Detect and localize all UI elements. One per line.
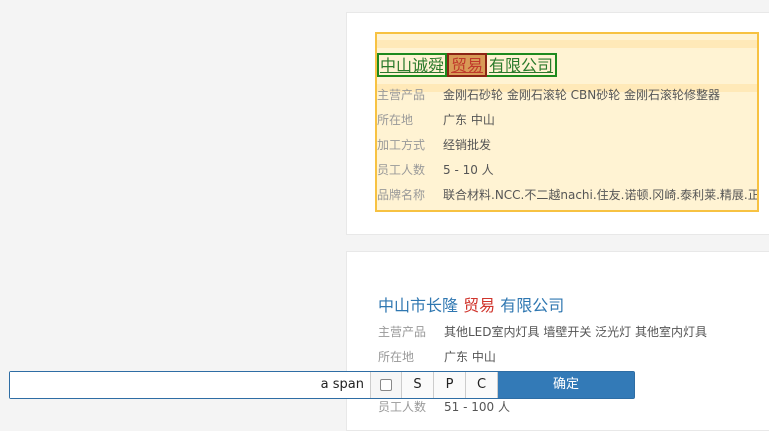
company-card-1: 中山诚舜 贸易 有限公司 主营产品 金刚石砂轮 金刚石滚轮 CBN砂轮 金刚石滚轮修整… (346, 12, 769, 235)
title-part-1[interactable]: 中山市长隆 (378, 296, 463, 315)
info-label: 主营产品 (378, 325, 427, 339)
info-value: 金刚石砂轮 金刚石滚轮 CBN砂轮 金刚石滚轮修整器 (443, 88, 721, 102)
title-part-1[interactable]: 中山诚舜 (377, 53, 448, 77)
info-label: 所在地 (378, 350, 415, 364)
s-button[interactable]: S (402, 372, 434, 398)
info-value: 广东 中山 (443, 113, 495, 127)
c-button[interactable]: C (466, 372, 498, 398)
toggle-checkbox[interactable] (371, 372, 402, 398)
title-part-3[interactable]: 有限公司 (495, 296, 564, 315)
checkbox-icon (380, 379, 392, 391)
info-value: 广东 中山 (444, 350, 496, 364)
info-label: 品牌名称 (377, 188, 426, 202)
info-row-employees: 员工人数 5 - 10 人 (377, 160, 494, 180)
info-label: 加工方式 (377, 138, 426, 152)
info-label: 员工人数 (377, 163, 426, 177)
info-row-products: 主营产品 其他LED室内灯具 墙壁开关 泛光灯 其他室内灯具 (378, 322, 707, 342)
info-value: 经销批发 (443, 138, 492, 152)
selector-toolbar: a span S P C 确定 (9, 371, 635, 399)
company-title[interactable]: 中山诚舜 贸易 有限公司 (377, 53, 558, 79)
info-row-processing: 加工方式 经销批发 (377, 135, 491, 155)
info-label: 员工人数 (378, 400, 427, 414)
info-value: 5 - 10 人 (443, 163, 494, 177)
info-value: 其他LED室内灯具 墙壁开关 泛光灯 其他室内灯具 (444, 325, 707, 339)
info-row-employees: 员工人数 51 - 100 人 (378, 397, 510, 417)
info-row-location: 所在地 广东 中山 (378, 347, 496, 367)
p-button[interactable]: P (434, 372, 466, 398)
info-row-brand: 品牌名称 联合材料.NCC.不二越nachi.住友.诺顿.冈崎.泰利莱.精展.正河 (377, 185, 759, 205)
highlighted-listing: 中山诚舜 贸易 有限公司 主营产品 金刚石砂轮 金刚石滚轮 CBN砂轮 金刚石滚轮修整… (375, 32, 759, 212)
company-title[interactable]: 中山市长隆 贸易 有限公司 (378, 292, 564, 316)
title-part-3[interactable]: 有限公司 (487, 53, 558, 77)
title-part-highlight[interactable]: 贸易 (463, 296, 495, 315)
info-label: 所在地 (377, 113, 414, 127)
selector-text-field[interactable]: a span (10, 372, 371, 398)
title-part-highlight[interactable]: 贸易 (447, 53, 488, 77)
company-card-2: 中山市长隆 贸易 有限公司 主营产品 其他LED室内灯具 墙壁开关 泛光灯 其他室… (346, 251, 769, 431)
confirm-button[interactable]: 确定 (498, 372, 634, 398)
info-label: 主营产品 (377, 88, 426, 102)
info-row-location: 所在地 广东 中山 (377, 110, 495, 130)
info-row-products: 主营产品 金刚石砂轮 金刚石滚轮 CBN砂轮 金刚石滚轮修整器 (377, 85, 720, 105)
stripe (377, 40, 757, 48)
info-value: 联合材料.NCC.不二越nachi.住友.诺顿.冈崎.泰利莱.精展.正河 (443, 188, 759, 202)
info-value: 51 - 100 人 (444, 400, 510, 414)
